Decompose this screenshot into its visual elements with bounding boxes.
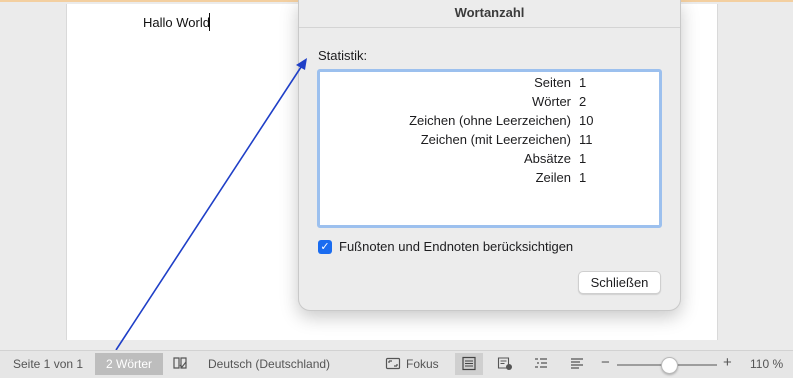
footnotes-checkbox-label[interactable]: Fußnoten und Endnoten berücksichtigen bbox=[339, 239, 573, 254]
stat-value: 2 bbox=[579, 94, 587, 109]
stat-label: Seiten bbox=[534, 75, 571, 90]
page-indicator[interactable]: Seite 1 von 1 bbox=[13, 357, 83, 371]
zoom-out-button[interactable]: − bbox=[601, 354, 610, 371]
stat-value: 1 bbox=[579, 170, 587, 185]
footnotes-checkbox[interactable]: ✓ bbox=[318, 240, 332, 254]
print-layout-icon[interactable] bbox=[461, 356, 477, 371]
spellcheck-icon[interactable] bbox=[172, 356, 188, 371]
focus-icon[interactable] bbox=[385, 356, 401, 371]
stat-value: 1 bbox=[579, 75, 587, 90]
stat-label: Absätze bbox=[524, 151, 571, 166]
stat-row-words: Wörter 2 bbox=[320, 94, 659, 113]
statistics-list[interactable]: Seiten 1 Wörter 2 Zeichen (ohne Leerzeic… bbox=[317, 69, 662, 228]
stat-label: Zeichen (mit Leerzeichen) bbox=[420, 132, 571, 147]
stat-row-pages: Seiten 1 bbox=[320, 75, 659, 94]
outline-icon[interactable] bbox=[533, 356, 549, 371]
web-layout-icon[interactable] bbox=[569, 356, 585, 371]
track-changes-icon[interactable] bbox=[497, 356, 513, 371]
text-caret bbox=[209, 13, 210, 31]
document-text[interactable]: Hallo World bbox=[143, 15, 210, 30]
language-selector[interactable]: Deutsch (Deutschland) bbox=[208, 357, 330, 371]
stat-label: Zeichen (ohne Leerzeichen) bbox=[409, 113, 571, 128]
stat-value: 10 bbox=[579, 113, 594, 128]
dialog-title-separator bbox=[299, 27, 680, 28]
stat-value: 1 bbox=[579, 151, 587, 166]
zoom-slider-knob[interactable] bbox=[661, 357, 678, 374]
word-count-button[interactable]: 2 Wörter bbox=[95, 353, 163, 375]
dialog-title: Wortanzahl bbox=[454, 5, 525, 20]
stat-value: 11 bbox=[579, 132, 593, 147]
zoom-in-button[interactable]: + bbox=[723, 354, 732, 371]
stat-label: Wörter bbox=[532, 94, 571, 109]
stat-row-characters-no-spaces: Zeichen (ohne Leerzeichen) 10 bbox=[320, 113, 659, 132]
focus-button[interactable]: Fokus bbox=[406, 357, 439, 371]
stat-label: Zeilen bbox=[535, 170, 571, 185]
stat-row-paragraphs: Absätze 1 bbox=[320, 151, 659, 170]
close-button[interactable]: Schließen bbox=[578, 271, 661, 294]
zoom-level[interactable]: 110 % bbox=[750, 357, 783, 371]
statistics-label: Statistik: bbox=[318, 48, 368, 63]
status-bar: Seite 1 von 1 2 Wörter Deutsch (Deutschl… bbox=[0, 350, 793, 378]
stat-row-characters-with-spaces: Zeichen (mit Leerzeichen) 11 bbox=[320, 132, 659, 151]
stat-row-lines: Zeilen 1 bbox=[320, 170, 659, 189]
word-count-dialog: Wortanzahl Statistik: Seiten 1 Wörter 2 … bbox=[298, 0, 681, 311]
